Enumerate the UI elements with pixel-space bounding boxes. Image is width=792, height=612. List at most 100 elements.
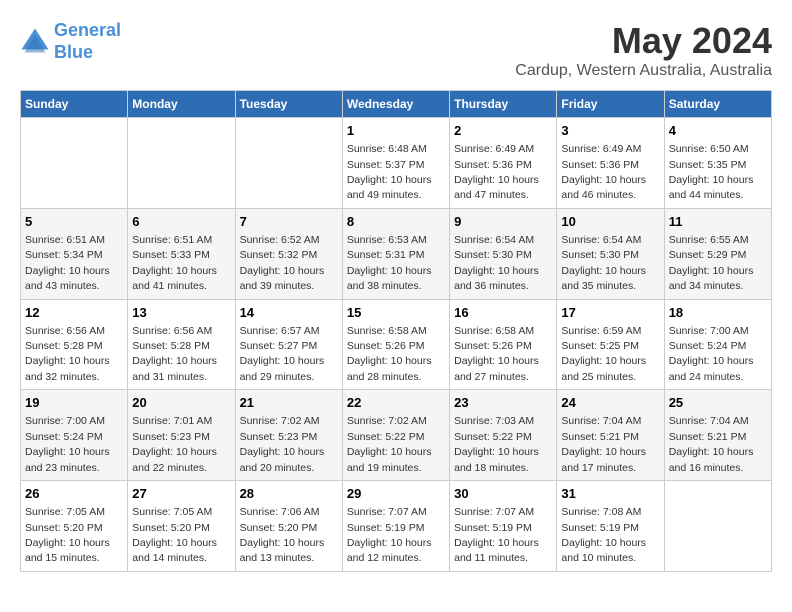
day-number: 31 [561, 485, 659, 503]
calendar-cell: 31 Sunrise: 7:08 AMSunset: 5:19 PMDayligh… [557, 481, 664, 572]
logo: General Blue [20, 20, 121, 63]
calendar-cell: 29Sunrise: 7:07 AMSunset: 5:19 PMDayligh… [342, 481, 449, 572]
calendar-cell [21, 118, 128, 209]
calendar-cell: 26 Sunrise: 7:05 AMSunset: 5:20 PMDayligh… [21, 481, 128, 572]
calendar-cell: 13 Sunrise: 6:56 AMSunset: 5:28 PMDayligh… [128, 299, 235, 390]
calendar-cell: 28 Sunrise: 7:06 AMSunset: 5:20 PMDayligh… [235, 481, 342, 572]
calendar-cell: 20 Sunrise: 7:01 AMSunset: 5:23 PMDayligh… [128, 390, 235, 481]
header-wednesday: Wednesday [342, 91, 449, 118]
week-row-5: 26 Sunrise: 7:05 AMSunset: 5:20 PMDayligh… [21, 481, 772, 572]
day-number: 14 [240, 304, 338, 322]
day-number: 10 [561, 213, 659, 231]
day-info: Sunrise: 7:03 AMSunset: 5:22 PMDaylight:… [454, 415, 539, 473]
week-row-3: 12 Sunrise: 6:56 AMSunset: 5:28 PMDayligh… [21, 299, 772, 390]
day-number: 17 [561, 304, 659, 322]
day-number: 11 [669, 213, 767, 231]
header-tuesday: Tuesday [235, 91, 342, 118]
day-number: 19 [25, 394, 123, 412]
title-block: May 2024 Cardup, Western Australia, Aust… [515, 20, 772, 80]
calendar-cell: 6Sunrise: 6:51 AMSunset: 5:33 PMDaylight… [128, 208, 235, 299]
calendar-cell: 2 Sunrise: 6:49 AMSunset: 5:36 PMDaylight… [450, 118, 557, 209]
calendar-cell: 14 Sunrise: 6:57 AMSunset: 5:27 PMDayligh… [235, 299, 342, 390]
calendar-cell: 10 Sunrise: 6:54 AMSunset: 5:30 PMDayligh… [557, 208, 664, 299]
day-number: 2 [454, 122, 552, 140]
day-info: Sunrise: 7:08 AMSunset: 5:19 PMDaylight:… [561, 506, 646, 564]
day-info: Sunrise: 6:57 AMSunset: 5:27 PMDaylight:… [240, 325, 325, 383]
calendar-cell: 17Sunrise: 6:59 AMSunset: 5:25 PMDayligh… [557, 299, 664, 390]
week-row-2: 5Sunrise: 6:51 AMSunset: 5:34 PMDaylight… [21, 208, 772, 299]
calendar-cell: 19 Sunrise: 7:00 AMSunset: 5:24 PMDayligh… [21, 390, 128, 481]
calendar-cell: 3 Sunrise: 6:49 AMSunset: 5:36 PMDaylight… [557, 118, 664, 209]
day-number: 9 [454, 213, 552, 231]
page-header: General Blue May 2024 Cardup, Western Au… [20, 20, 772, 80]
calendar-cell [664, 481, 771, 572]
day-info: Sunrise: 7:00 AMSunset: 5:24 PMDaylight:… [25, 415, 110, 473]
calendar-cell: 27Sunrise: 7:05 AMSunset: 5:20 PMDayligh… [128, 481, 235, 572]
calendar-cell: 30Sunrise: 7:07 AMSunset: 5:19 PMDayligh… [450, 481, 557, 572]
day-info: Sunrise: 7:05 AMSunset: 5:20 PMDaylight:… [132, 506, 217, 564]
day-info: Sunrise: 7:04 AMSunset: 5:21 PMDaylight:… [561, 415, 646, 473]
day-number: 16 [454, 304, 552, 322]
calendar-cell: 8 Sunrise: 6:53 AMSunset: 5:31 PMDaylight… [342, 208, 449, 299]
subtitle: Cardup, Western Australia, Australia [515, 62, 772, 80]
day-info: Sunrise: 6:53 AMSunset: 5:31 PMDaylight:… [347, 234, 432, 292]
day-info: Sunrise: 6:51 AMSunset: 5:34 PMDaylight:… [25, 234, 110, 292]
day-info: Sunrise: 7:05 AMSunset: 5:20 PMDaylight:… [25, 506, 110, 564]
calendar-cell: 22Sunrise: 7:02 AMSunset: 5:22 PMDayligh… [342, 390, 449, 481]
day-info: Sunrise: 7:01 AMSunset: 5:23 PMDaylight:… [132, 415, 217, 473]
logo-text: General Blue [54, 20, 121, 63]
calendar-cell: 12 Sunrise: 6:56 AMSunset: 5:28 PMDayligh… [21, 299, 128, 390]
day-number: 24 [561, 394, 659, 412]
day-number: 21 [240, 394, 338, 412]
day-number: 23 [454, 394, 552, 412]
day-number: 12 [25, 304, 123, 322]
day-number: 26 [25, 485, 123, 503]
calendar-cell: 25Sunrise: 7:04 AMSunset: 5:21 PMDayligh… [664, 390, 771, 481]
calendar-cell: 18 Sunrise: 7:00 AMSunset: 5:24 PMDayligh… [664, 299, 771, 390]
day-info: Sunrise: 6:52 AMSunset: 5:32 PMDaylight:… [240, 234, 325, 292]
calendar-cell: 9 Sunrise: 6:54 AMSunset: 5:30 PMDaylight… [450, 208, 557, 299]
calendar-cell: 16 Sunrise: 6:58 AMSunset: 5:26 PMDayligh… [450, 299, 557, 390]
week-row-1: 1Sunrise: 6:48 AMSunset: 5:37 PMDaylight… [21, 118, 772, 209]
day-number: 25 [669, 394, 767, 412]
week-row-4: 19 Sunrise: 7:00 AMSunset: 5:24 PMDayligh… [21, 390, 772, 481]
calendar-cell: 1Sunrise: 6:48 AMSunset: 5:37 PMDaylight… [342, 118, 449, 209]
header-friday: Friday [557, 91, 664, 118]
day-info: Sunrise: 7:06 AMSunset: 5:20 PMDaylight:… [240, 506, 325, 564]
day-number: 4 [669, 122, 767, 140]
day-info: Sunrise: 6:58 AMSunset: 5:26 PMDaylight:… [347, 325, 432, 383]
day-info: Sunrise: 7:07 AMSunset: 5:19 PMDaylight:… [347, 506, 432, 564]
day-number: 8 [347, 213, 445, 231]
day-number: 15 [347, 304, 445, 322]
day-number: 7 [240, 213, 338, 231]
day-info: Sunrise: 6:49 AMSunset: 5:36 PMDaylight:… [454, 143, 539, 201]
header-monday: Monday [128, 91, 235, 118]
day-number: 28 [240, 485, 338, 503]
day-info: Sunrise: 6:54 AMSunset: 5:30 PMDaylight:… [454, 234, 539, 292]
day-info: Sunrise: 6:49 AMSunset: 5:36 PMDaylight:… [561, 143, 646, 201]
header-saturday: Saturday [664, 91, 771, 118]
day-info: Sunrise: 6:50 AMSunset: 5:35 PMDaylight:… [669, 143, 754, 201]
day-info: Sunrise: 6:55 AMSunset: 5:29 PMDaylight:… [669, 234, 754, 292]
calendar-cell: 21Sunrise: 7:02 AMSunset: 5:23 PMDayligh… [235, 390, 342, 481]
day-info: Sunrise: 7:00 AMSunset: 5:24 PMDaylight:… [669, 325, 754, 383]
day-number: 18 [669, 304, 767, 322]
day-info: Sunrise: 6:56 AMSunset: 5:28 PMDaylight:… [132, 325, 217, 383]
day-info: Sunrise: 6:51 AMSunset: 5:33 PMDaylight:… [132, 234, 217, 292]
day-number: 30 [454, 485, 552, 503]
calendar-cell: 5Sunrise: 6:51 AMSunset: 5:34 PMDaylight… [21, 208, 128, 299]
calendar-cell [235, 118, 342, 209]
calendar-cell: 7 Sunrise: 6:52 AMSunset: 5:32 PMDaylight… [235, 208, 342, 299]
day-info: Sunrise: 6:54 AMSunset: 5:30 PMDaylight:… [561, 234, 646, 292]
day-number: 13 [132, 304, 230, 322]
calendar-cell [128, 118, 235, 209]
calendar-cell: 15 Sunrise: 6:58 AMSunset: 5:26 PMDayligh… [342, 299, 449, 390]
day-info: Sunrise: 6:58 AMSunset: 5:26 PMDaylight:… [454, 325, 539, 383]
day-number: 3 [561, 122, 659, 140]
calendar-cell: 23 Sunrise: 7:03 AMSunset: 5:22 PMDayligh… [450, 390, 557, 481]
main-title: May 2024 [515, 20, 772, 62]
calendar-header-row: SundayMondayTuesdayWednesdayThursdayFrid… [21, 91, 772, 118]
day-info: Sunrise: 6:56 AMSunset: 5:28 PMDaylight:… [25, 325, 110, 383]
day-number: 20 [132, 394, 230, 412]
header-thursday: Thursday [450, 91, 557, 118]
